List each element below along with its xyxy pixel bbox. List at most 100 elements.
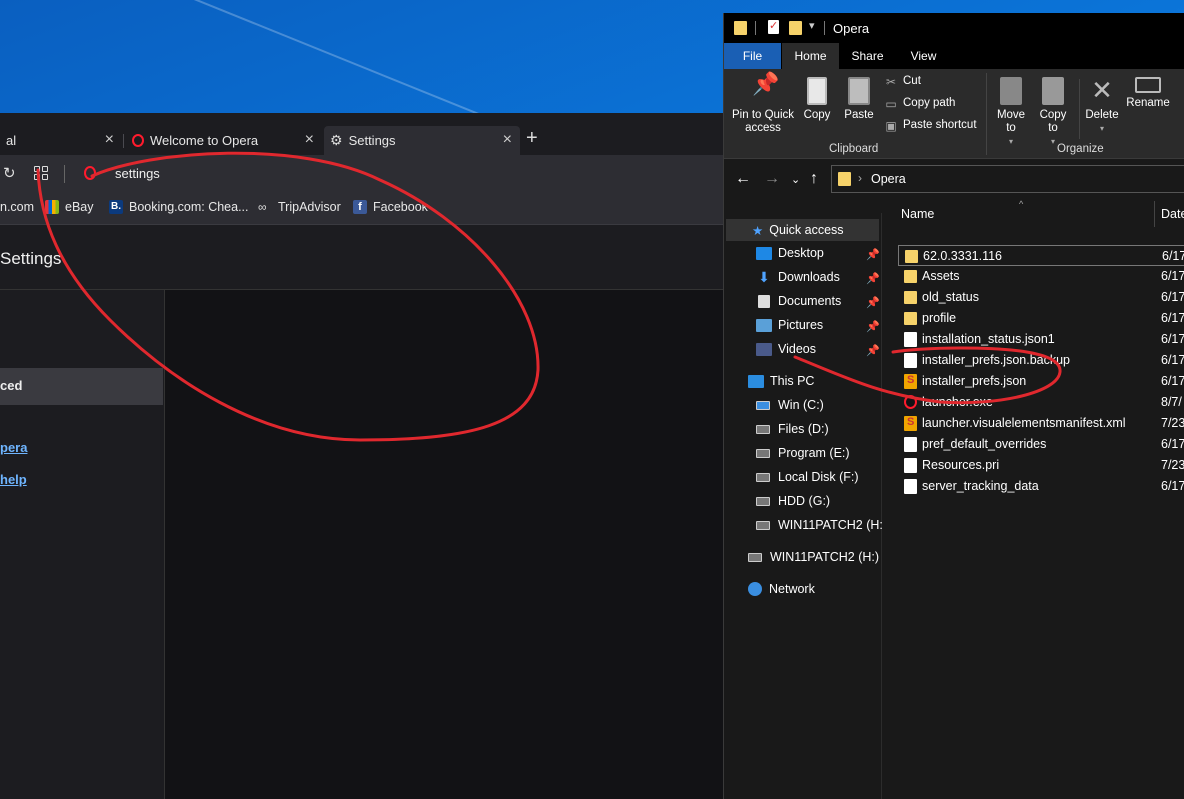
copy-to-button[interactable]: Copy to ▾ [1037,77,1069,148]
chevron-right-icon: › [858,171,862,185]
opera-logo-icon [904,395,917,409]
tab-file[interactable]: File [724,43,781,69]
column-header-name[interactable]: Name [901,207,934,221]
tab-view[interactable]: View [896,43,951,69]
nav-drive-e[interactable]: Program (E:) [756,446,850,460]
sidebar-item-advanced[interactable]: ced [0,368,163,405]
file-row-folder[interactable]: old_status 6/17 [898,287,1184,308]
bookmark-label: Facebook [373,200,428,214]
nav-quick-access[interactable]: ★ Quick access [726,219,879,241]
tab-share[interactable]: Share [839,43,896,69]
file-name: Assets [922,269,960,283]
nav-downloads[interactable]: ⬇ Downloads [756,270,840,285]
file-date: 6/17 [1161,437,1184,451]
tab-settings[interactable]: ⚙ Settings × [324,126,520,155]
folder-icon [904,312,917,325]
file-date: 6/17 [1161,290,1184,304]
drive-icon [756,472,770,482]
nav-drive-f[interactable]: Local Disk (F:) [756,470,859,484]
nav-drive-d[interactable]: Files (D:) [756,422,829,436]
rename-button[interactable]: Rename [1125,77,1171,110]
nav-desktop[interactable]: Desktop [756,246,824,260]
tab-home[interactable]: Home [782,43,839,69]
file-row-file[interactable]: installer_prefs.json.backup 6/17 [898,350,1184,371]
copy-button[interactable]: Copy [802,77,832,122]
move-to-button[interactable]: Move to ▾ [995,77,1027,148]
nav-pictures[interactable]: Pictures [756,318,823,332]
copy-path-button[interactable]: ▭ Copy path [884,97,955,111]
close-icon[interactable]: × [105,131,114,149]
pictures-icon [756,318,772,332]
nav-drive-h[interactable]: WIN11PATCH2 (H:) [756,518,887,532]
ribbon-tabs: File Home Share View [724,43,1184,69]
recent-locations-chevron-icon[interactable]: ⌄ [791,173,800,186]
file-row-file[interactable]: server_tracking_data 6/17 [898,476,1184,497]
paste-shortcut-button[interactable]: ▣ Paste shortcut [884,119,976,133]
new-folder-icon[interactable] [789,21,802,35]
navigation-pane: ★ Quick access Desktop 📌 ⬇ Downloads 📌 D… [724,213,887,799]
nav-network[interactable]: Network [748,582,815,596]
forward-arrow-icon[interactable]: → [764,170,780,188]
file-list: ^ Name Date 62.0.3331.116 6/17 Assets 6/… [882,199,1184,799]
file-row-folder[interactable]: profile 6/17 [898,308,1184,329]
videos-icon [756,342,772,356]
file-date: 8/7/ [1161,395,1182,409]
sidebar-link-about-opera[interactable]: pera [0,440,27,455]
nav-label: Network [769,582,815,596]
booking-icon: B. [109,200,123,214]
bookmark-amazon[interactable]: n.com [0,200,34,214]
up-arrow-icon[interactable]: ↑ [810,170,818,188]
file-row-file[interactable]: installer_prefs.json 6/17 [898,371,1184,392]
file-row-file[interactable]: launcher.exe 8/7/ [898,392,1184,413]
bookmark-facebook[interactable]: f Facebook [353,200,428,214]
drive-icon [756,520,770,530]
nav-drive-g[interactable]: HDD (G:) [756,494,830,508]
speed-dial-grid-icon[interactable] [34,166,48,180]
close-icon[interactable]: × [305,131,314,149]
breadcrumb[interactable]: Opera [871,172,906,186]
paste-button[interactable]: Paste [843,77,875,122]
cut-button[interactable]: ✂ Cut [884,75,921,89]
bookmark-booking[interactable]: B. Booking.com: Chea... [109,200,249,214]
file-row-file[interactable]: pref_default_overrides 6/17 [898,434,1184,455]
file-name: old_status [922,290,979,304]
new-tab-plus-icon[interactable]: + [526,127,538,150]
move-to-icon [1000,77,1022,105]
bookmark-ebay[interactable]: eBay [45,200,94,214]
file-row-folder[interactable]: 62.0.3331.116 6/17 [898,245,1184,266]
sidebar-link-help[interactable]: help [0,472,27,487]
folder-icon [734,21,747,35]
file-date: 6/17 [1161,269,1184,283]
tab-partial[interactable]: al × [0,126,124,155]
nav-label: Program (E:) [778,446,850,460]
desktop-icon [756,246,772,260]
bookmark-tripadvisor[interactable]: ∞ TripAdvisor [258,200,341,214]
back-arrow-icon[interactable]: ← [735,170,751,188]
document-icon [904,479,917,494]
delete-button[interactable]: ✕ Delete ▾ [1084,77,1120,135]
copy-path-icon: ▭ [885,97,897,111]
file-row-file[interactable]: installation_status.json1 6/17 [898,329,1184,350]
nav-win11patch2[interactable]: WIN11PATCH2 (H:) [748,550,879,564]
customize-toolbar-icon[interactable]: ▾ [809,19,815,32]
address-input[interactable]: settings [115,166,160,181]
drive-icon [756,424,770,434]
address-path[interactable]: › Opera [831,165,1184,193]
file-row-file[interactable]: launcher.visualelementsmanifest.xml 7/23 [898,413,1184,434]
reload-icon[interactable]: ↻ [3,164,16,182]
close-icon[interactable]: × [503,131,512,149]
file-row-file[interactable]: Resources.pri 7/23 [898,455,1184,476]
tab-welcome[interactable]: Welcome to Opera × [126,126,322,155]
file-row-folder[interactable]: Assets 6/17 [898,266,1184,287]
file-explorer-window: ▾ Opera File Home Share View 📌 Pin to Qu… [723,13,1184,799]
nav-drive-c[interactable]: Win (C:) [756,398,824,412]
pin-to-quick-access-button[interactable]: 📌 Pin to Quick access [730,73,796,135]
pin-icon: 📌 [866,249,880,261]
ebay-icon [45,200,59,214]
pin-icon: 📌 [866,321,880,333]
nav-documents[interactable]: Documents [756,294,841,308]
nav-videos[interactable]: Videos [756,342,816,356]
nav-this-pc[interactable]: This PC [748,374,814,388]
column-header-date[interactable]: Date [1161,207,1184,221]
properties-icon[interactable] [768,19,779,34]
